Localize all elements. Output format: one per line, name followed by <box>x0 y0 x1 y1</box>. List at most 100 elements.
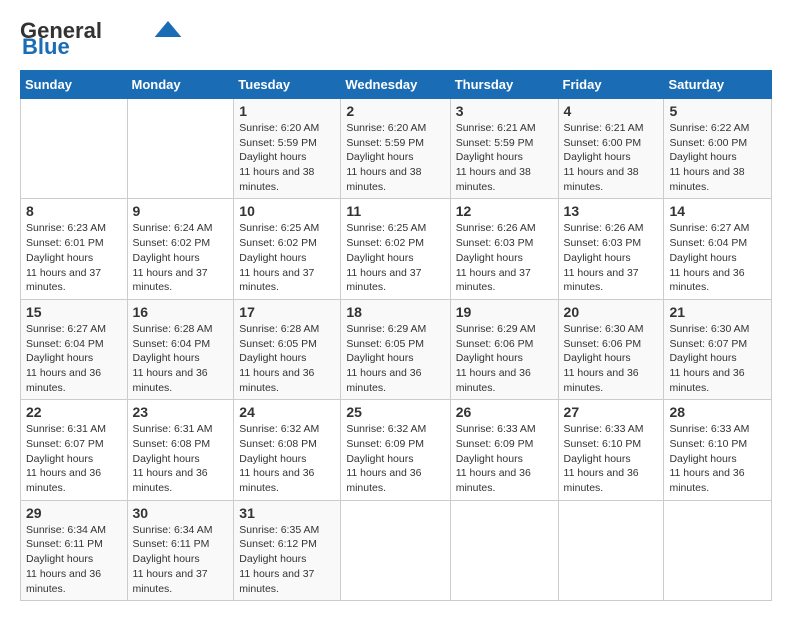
day-number: 17 <box>239 304 335 320</box>
day-info: Sunrise: 6:31 AMSunset: 6:07 PMDaylight … <box>26 422 122 495</box>
day-info: Sunrise: 6:21 AMSunset: 5:59 PMDaylight … <box>456 121 553 194</box>
day-cell: 15 Sunrise: 6:27 AMSunset: 6:04 PMDaylig… <box>21 299 128 399</box>
day-number: 31 <box>239 505 335 521</box>
day-number: 30 <box>133 505 229 521</box>
day-number: 28 <box>669 404 766 420</box>
day-cell: 18 Sunrise: 6:29 AMSunset: 6:05 PMDaylig… <box>341 299 450 399</box>
day-number: 23 <box>133 404 229 420</box>
day-info: Sunrise: 6:20 AMSunset: 5:59 PMDaylight … <box>346 121 444 194</box>
day-number: 19 <box>456 304 553 320</box>
day-info: Sunrise: 6:35 AMSunset: 6:12 PMDaylight … <box>239 523 335 596</box>
day-cell: 22 Sunrise: 6:31 AMSunset: 6:07 PMDaylig… <box>21 400 128 500</box>
day-info: Sunrise: 6:26 AMSunset: 6:03 PMDaylight … <box>564 221 659 294</box>
day-cell: 14 Sunrise: 6:27 AMSunset: 6:04 PMDaylig… <box>664 199 772 299</box>
week-row-4: 22 Sunrise: 6:31 AMSunset: 6:07 PMDaylig… <box>21 400 772 500</box>
day-info: Sunrise: 6:27 AMSunset: 6:04 PMDaylight … <box>669 221 766 294</box>
page-header: General Blue <box>20 20 772 60</box>
week-row-2: 8 Sunrise: 6:23 AMSunset: 6:01 PMDayligh… <box>21 199 772 299</box>
day-cell: 2 Sunrise: 6:20 AMSunset: 5:59 PMDayligh… <box>341 99 450 199</box>
day-cell: 10 Sunrise: 6:25 AMSunset: 6:02 PMDaylig… <box>234 199 341 299</box>
day-number: 14 <box>669 203 766 219</box>
day-number: 29 <box>26 505 122 521</box>
day-cell: 19 Sunrise: 6:29 AMSunset: 6:06 PMDaylig… <box>450 299 558 399</box>
day-number: 25 <box>346 404 444 420</box>
day-info: Sunrise: 6:25 AMSunset: 6:02 PMDaylight … <box>239 221 335 294</box>
day-info: Sunrise: 6:23 AMSunset: 6:01 PMDaylight … <box>26 221 122 294</box>
day-info: Sunrise: 6:30 AMSunset: 6:07 PMDaylight … <box>669 322 766 395</box>
day-cell: 8 Sunrise: 6:23 AMSunset: 6:01 PMDayligh… <box>21 199 128 299</box>
day-number: 16 <box>133 304 229 320</box>
day-number: 24 <box>239 404 335 420</box>
day-cell: 30 Sunrise: 6:34 AMSunset: 6:11 PMDaylig… <box>127 500 234 600</box>
day-number: 9 <box>133 203 229 219</box>
day-cell: 3 Sunrise: 6:21 AMSunset: 5:59 PMDayligh… <box>450 99 558 199</box>
day-cell <box>127 99 234 199</box>
logo: General Blue <box>20 20 182 60</box>
day-cell <box>341 500 450 600</box>
calendar-table: SundayMondayTuesdayWednesdayThursdayFrid… <box>20 70 772 601</box>
logo-blue-text: Blue <box>22 34 70 60</box>
day-info: Sunrise: 6:31 AMSunset: 6:08 PMDaylight … <box>133 422 229 495</box>
day-number: 8 <box>26 203 122 219</box>
day-number: 20 <box>564 304 659 320</box>
day-cell <box>21 99 128 199</box>
col-header-tuesday: Tuesday <box>234 71 341 99</box>
day-number: 3 <box>456 103 553 119</box>
day-number: 21 <box>669 304 766 320</box>
day-cell <box>558 500 664 600</box>
week-row-3: 15 Sunrise: 6:27 AMSunset: 6:04 PMDaylig… <box>21 299 772 399</box>
day-info: Sunrise: 6:25 AMSunset: 6:02 PMDaylight … <box>346 221 444 294</box>
day-info: Sunrise: 6:28 AMSunset: 6:04 PMDaylight … <box>133 322 229 395</box>
day-info: Sunrise: 6:29 AMSunset: 6:05 PMDaylight … <box>346 322 444 395</box>
day-cell: 23 Sunrise: 6:31 AMSunset: 6:08 PMDaylig… <box>127 400 234 500</box>
day-info: Sunrise: 6:29 AMSunset: 6:06 PMDaylight … <box>456 322 553 395</box>
day-cell: 28 Sunrise: 6:33 AMSunset: 6:10 PMDaylig… <box>664 400 772 500</box>
col-header-thursday: Thursday <box>450 71 558 99</box>
day-cell: 13 Sunrise: 6:26 AMSunset: 6:03 PMDaylig… <box>558 199 664 299</box>
day-number: 13 <box>564 203 659 219</box>
day-cell: 20 Sunrise: 6:30 AMSunset: 6:06 PMDaylig… <box>558 299 664 399</box>
day-info: Sunrise: 6:20 AMSunset: 5:59 PMDaylight … <box>239 121 335 194</box>
day-info: Sunrise: 6:34 AMSunset: 6:11 PMDaylight … <box>26 523 122 596</box>
day-info: Sunrise: 6:34 AMSunset: 6:11 PMDaylight … <box>133 523 229 596</box>
day-cell: 27 Sunrise: 6:33 AMSunset: 6:10 PMDaylig… <box>558 400 664 500</box>
day-cell: 16 Sunrise: 6:28 AMSunset: 6:04 PMDaylig… <box>127 299 234 399</box>
day-number: 1 <box>239 103 335 119</box>
day-number: 2 <box>346 103 444 119</box>
day-cell: 26 Sunrise: 6:33 AMSunset: 6:09 PMDaylig… <box>450 400 558 500</box>
col-header-friday: Friday <box>558 71 664 99</box>
day-info: Sunrise: 6:30 AMSunset: 6:06 PMDaylight … <box>564 322 659 395</box>
day-info: Sunrise: 6:32 AMSunset: 6:08 PMDaylight … <box>239 422 335 495</box>
day-cell: 17 Sunrise: 6:28 AMSunset: 6:05 PMDaylig… <box>234 299 341 399</box>
logo-icon <box>154 21 182 37</box>
day-number: 27 <box>564 404 659 420</box>
day-cell <box>450 500 558 600</box>
day-info: Sunrise: 6:33 AMSunset: 6:09 PMDaylight … <box>456 422 553 495</box>
day-number: 18 <box>346 304 444 320</box>
col-header-wednesday: Wednesday <box>341 71 450 99</box>
day-number: 15 <box>26 304 122 320</box>
day-cell: 21 Sunrise: 6:30 AMSunset: 6:07 PMDaylig… <box>664 299 772 399</box>
day-info: Sunrise: 6:33 AMSunset: 6:10 PMDaylight … <box>669 422 766 495</box>
day-cell: 9 Sunrise: 6:24 AMSunset: 6:02 PMDayligh… <box>127 199 234 299</box>
day-cell: 24 Sunrise: 6:32 AMSunset: 6:08 PMDaylig… <box>234 400 341 500</box>
day-number: 12 <box>456 203 553 219</box>
week-row-1: 1 Sunrise: 6:20 AMSunset: 5:59 PMDayligh… <box>21 99 772 199</box>
col-header-sunday: Sunday <box>21 71 128 99</box>
day-number: 26 <box>456 404 553 420</box>
day-info: Sunrise: 6:22 AMSunset: 6:00 PMDaylight … <box>669 121 766 194</box>
day-cell: 31 Sunrise: 6:35 AMSunset: 6:12 PMDaylig… <box>234 500 341 600</box>
day-number: 11 <box>346 203 444 219</box>
day-cell: 25 Sunrise: 6:32 AMSunset: 6:09 PMDaylig… <box>341 400 450 500</box>
day-info: Sunrise: 6:33 AMSunset: 6:10 PMDaylight … <box>564 422 659 495</box>
day-cell: 12 Sunrise: 6:26 AMSunset: 6:03 PMDaylig… <box>450 199 558 299</box>
day-info: Sunrise: 6:26 AMSunset: 6:03 PMDaylight … <box>456 221 553 294</box>
day-cell: 4 Sunrise: 6:21 AMSunset: 6:00 PMDayligh… <box>558 99 664 199</box>
week-row-5: 29 Sunrise: 6:34 AMSunset: 6:11 PMDaylig… <box>21 500 772 600</box>
col-header-monday: Monday <box>127 71 234 99</box>
day-number: 5 <box>669 103 766 119</box>
day-cell: 11 Sunrise: 6:25 AMSunset: 6:02 PMDaylig… <box>341 199 450 299</box>
day-cell: 5 Sunrise: 6:22 AMSunset: 6:00 PMDayligh… <box>664 99 772 199</box>
day-info: Sunrise: 6:21 AMSunset: 6:00 PMDaylight … <box>564 121 659 194</box>
col-header-saturday: Saturday <box>664 71 772 99</box>
